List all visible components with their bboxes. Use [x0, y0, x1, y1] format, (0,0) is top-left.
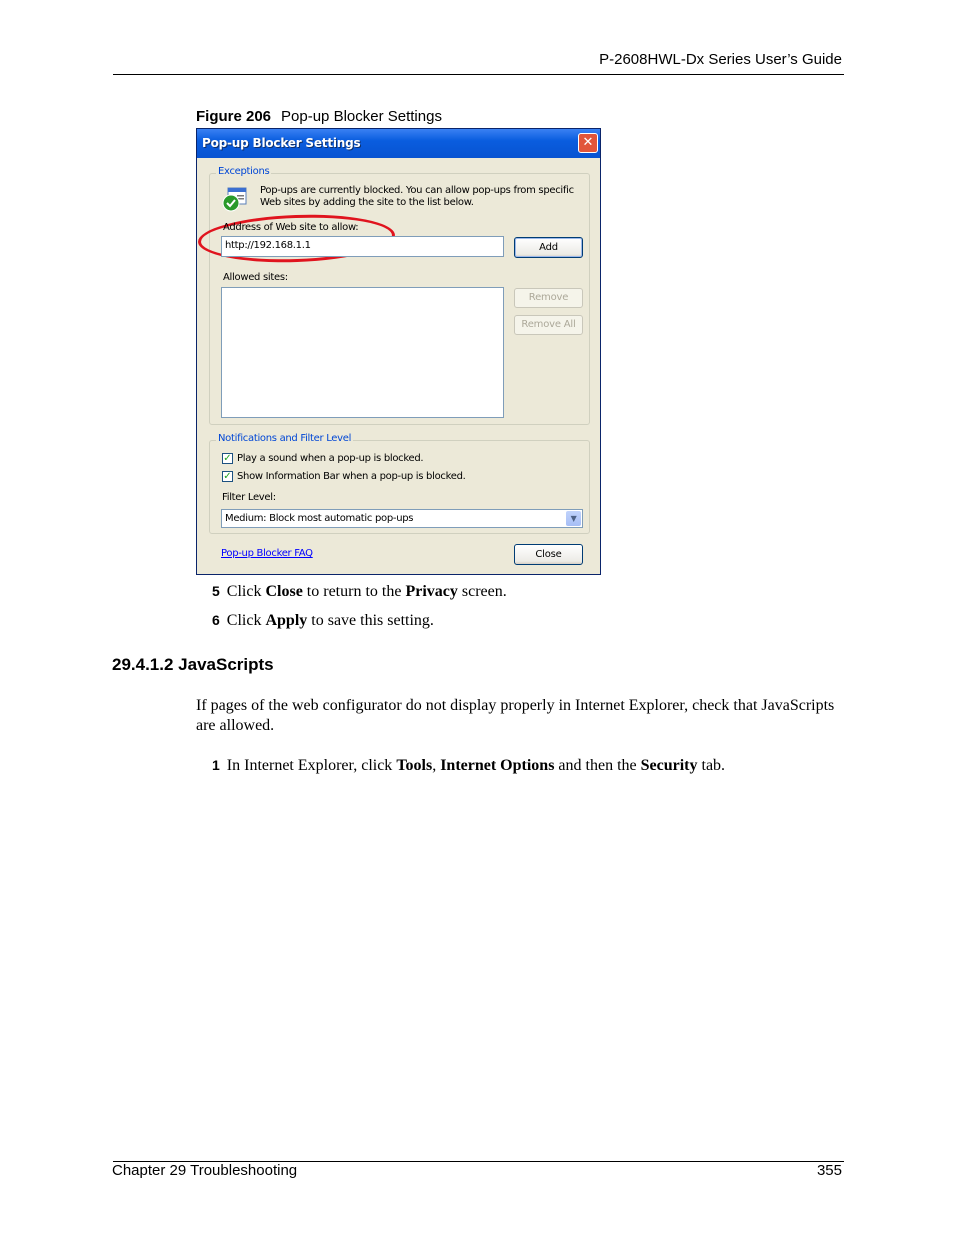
info-line-1: Pop-ups are currently blocked. You can a…	[260, 185, 574, 196]
play-sound-label: Play a sound when a pop-up is blocked.	[237, 453, 424, 464]
step-ui-term: Tools	[396, 757, 433, 774]
step-ui-term: Privacy	[405, 583, 458, 600]
remove-all-button[interactable]: Remove All	[514, 315, 583, 335]
step-6: 6 Click Apply to save this setting.	[212, 612, 434, 630]
figure-title: Pop-up Blocker Settings	[281, 108, 442, 125]
step-text: Click	[226, 583, 266, 600]
close-button[interactable]: Close	[514, 544, 583, 565]
dialog-titlebar[interactable]: Pop-up Blocker Settings ✕	[197, 129, 600, 158]
play-sound-checkbox[interactable]: ✓	[222, 453, 233, 464]
step-number: 1	[212, 757, 220, 773]
popup-blocked-icon	[222, 187, 247, 212]
show-infobar-checkbox[interactable]: ✓	[222, 471, 233, 482]
popup-blocker-faq-link[interactable]: Pop-up Blocker FAQ	[221, 548, 313, 559]
filter-level-label: Filter Level:	[222, 492, 276, 503]
step-text: to save this setting.	[307, 612, 434, 629]
remove-button[interactable]: Remove	[514, 288, 583, 308]
step-text: and then the	[554, 757, 641, 774]
section-heading: 29.4.1.2 JavaScripts	[112, 655, 274, 674]
step-text: screen.	[457, 583, 507, 600]
footer-chapter: Chapter 29 Troubleshooting	[112, 1162, 298, 1179]
popup-blocker-dialog: Pop-up Blocker Settings ✕ Exceptions Pop…	[196, 128, 601, 575]
dialog-title: Pop-up Blocker Settings	[202, 136, 361, 150]
page-number: 355	[816, 1162, 842, 1179]
address-input[interactable]: http://192.168.1.1	[221, 236, 504, 257]
step-ui-term: Apply	[265, 612, 308, 629]
step-number: 5	[212, 583, 220, 599]
exceptions-legend: Exceptions	[216, 166, 272, 177]
chevron-down-icon[interactable]: ▼	[566, 511, 581, 526]
allowed-sites-list[interactable]	[221, 287, 504, 418]
notifications-legend: Notifications and Filter Level	[216, 433, 354, 444]
info-line-2: Web sites by adding the site to the list…	[260, 197, 474, 208]
step-text: Click	[226, 612, 266, 629]
step-text: to return to the	[302, 583, 406, 600]
filter-level-select[interactable]: Medium: Block most automatic pop-ups ▼	[221, 509, 583, 528]
figure-label: Figure 206	[196, 108, 272, 125]
allowed-sites-label: Allowed sites:	[223, 272, 288, 283]
step-1: 1 In Internet Explorer, click Tools, Inte…	[212, 757, 725, 775]
step-ui-term: Security	[640, 757, 698, 774]
running-header: P-2608HWL-Dx Series User’s Guide	[599, 51, 842, 68]
step-ui-term: Internet Options	[440, 757, 555, 774]
step-text: ,	[432, 757, 441, 774]
add-button[interactable]: Add	[514, 237, 583, 258]
step-text: In Internet Explorer, click	[226, 757, 397, 774]
step-text: tab.	[697, 757, 726, 774]
step-ui-term: Close	[265, 583, 303, 600]
show-infobar-label: Show Information Bar when a pop-up is bl…	[237, 471, 466, 482]
filter-level-value: Medium: Block most automatic pop-ups	[225, 513, 414, 524]
exceptions-info-text: Pop-ups are currently blocked. You can a…	[260, 185, 580, 209]
header-rule	[113, 74, 844, 75]
address-label: Address of Web site to allow:	[223, 222, 359, 233]
step-number: 6	[212, 612, 220, 628]
step-5: 5 Click Close to return to the Privacy sc…	[212, 583, 507, 601]
close-icon[interactable]: ✕	[578, 133, 598, 153]
figure-caption: Figure 206 Pop-up Blocker Settings	[196, 108, 442, 125]
section-paragraph: If pages of the web configurator do not …	[196, 697, 835, 734]
